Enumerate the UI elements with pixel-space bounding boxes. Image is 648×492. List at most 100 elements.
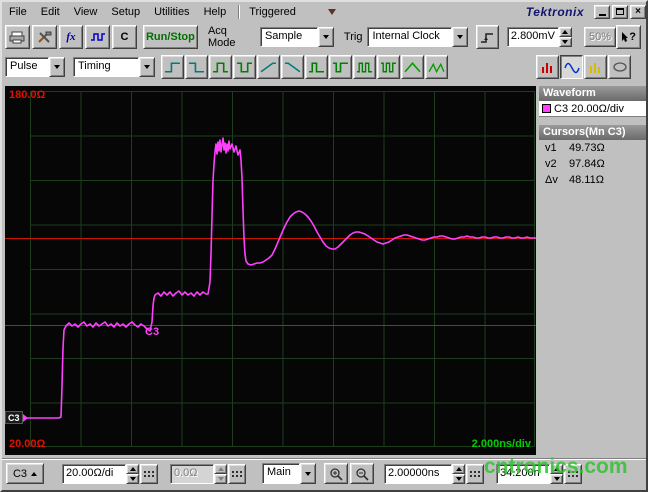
- measurement-fx-button[interactable]: fx: [58, 25, 84, 49]
- pulse-select[interactable]: Pulse: [5, 57, 65, 77]
- vertical-offset-keypad-button: [228, 463, 246, 484]
- step-up-button[interactable]: [452, 463, 465, 474]
- trigger-level-spinner[interactable]: 2.800mV: [506, 27, 572, 47]
- step-down-button[interactable]: [550, 473, 563, 484]
- trigger-slope-button[interactable]: [476, 25, 499, 49]
- zoom-in-button[interactable]: [324, 463, 348, 484]
- close-button[interactable]: ×: [630, 4, 646, 19]
- vertical-scale-spinner[interactable]: 20.00Ω/di: [62, 463, 158, 484]
- minimize-button[interactable]: [594, 4, 610, 19]
- edge-rise-button[interactable]: [161, 55, 184, 79]
- horizontal-position-keypad-button[interactable]: [564, 463, 582, 484]
- waveform-define-button[interactable]: [85, 25, 111, 49]
- context-help-button[interactable]: ?: [616, 25, 642, 49]
- channel-color-swatch: [542, 104, 551, 113]
- horizontal-scale-spinner[interactable]: 2.00000ns: [384, 463, 484, 484]
- pulse-narrow-button[interactable]: [305, 55, 328, 79]
- channel-marker-arrow-icon: [22, 413, 28, 422]
- chevron-down-icon: [144, 65, 150, 69]
- edge-rise-icon: [165, 61, 180, 73]
- double-pulse-button[interactable]: [353, 55, 376, 79]
- trigger-level-steppers: [558, 27, 572, 47]
- channel-marker-label: C3: [5, 411, 23, 424]
- chevron-down-icon: [54, 65, 60, 69]
- channel-c-button[interactable]: C: [112, 25, 137, 49]
- menubar: File Edit View Setup Utilities Help Trig…: [2, 2, 646, 21]
- horizontal-position-spinner[interactable]: 34.200n: [496, 463, 582, 484]
- histogram-red-button[interactable]: [536, 55, 559, 79]
- acq-mode-select[interactable]: Sample: [259, 27, 334, 47]
- step-up-button[interactable]: [126, 463, 139, 474]
- trigger-dropdown-button[interactable]: [452, 27, 469, 47]
- mask-test-button[interactable]: [608, 55, 631, 79]
- chevron-down-icon: [455, 476, 462, 481]
- menu-view[interactable]: View: [67, 4, 105, 20]
- triangle-pulse-button[interactable]: [401, 55, 424, 79]
- keypad-icon: [470, 470, 472, 473]
- pulse-narrow-negative-button[interactable]: [329, 55, 352, 79]
- help-icon: ?: [629, 31, 636, 43]
- pulse-train-icon: [381, 62, 396, 72]
- ramp-fall-button[interactable]: [281, 55, 304, 79]
- pulse-negative-button[interactable]: [233, 55, 256, 79]
- waveform-item-label: C3 20.00Ω/div: [554, 102, 624, 115]
- step-up-button[interactable]: [558, 27, 572, 37]
- vertical-offset-steppers: [214, 463, 227, 484]
- scope-display: 180.0Ω 20.00Ω 2.000ns/div C3 C3: [5, 86, 536, 455]
- waveform-list-item[interactable]: C3 20.00Ω/div: [539, 101, 646, 117]
- timing-select[interactable]: Timing: [73, 57, 155, 77]
- timing-value: Timing: [73, 57, 139, 77]
- readout-label: v2: [545, 158, 557, 170]
- rising-slope-icon: [480, 32, 493, 43]
- horizontal-position-value[interactable]: 34.200n: [496, 463, 550, 484]
- vertical-scale-keypad-button[interactable]: [140, 463, 158, 484]
- menu-utilities[interactable]: Utilities: [147, 4, 196, 20]
- cursor-readout-v2: v2 97.84Ω: [539, 156, 646, 172]
- chevron-up-icon: [129, 466, 136, 471]
- c-icon: C: [120, 31, 129, 43]
- horizontal-scale-keypad-button[interactable]: [466, 463, 484, 484]
- trigger-source-select[interactable]: Internal Clock: [367, 27, 469, 47]
- vertical-scale-value[interactable]: 20.00Ω/di: [62, 463, 126, 484]
- ramp-fall-icon: [285, 61, 301, 72]
- print-button[interactable]: [5, 25, 30, 49]
- pulse-positive-button[interactable]: [209, 55, 232, 79]
- histogram-yellow-button[interactable]: [584, 55, 607, 79]
- cursor-readout-v1: v1 49.73Ω: [539, 140, 646, 156]
- menu-setup[interactable]: Setup: [104, 4, 147, 20]
- horizontal-scale-steppers: [452, 463, 465, 484]
- histogram-red-icon: [542, 62, 552, 73]
- timebase-dropdown-button[interactable]: [300, 463, 316, 484]
- step-down-button[interactable]: [126, 473, 139, 484]
- statusbar: C3 20.00Ω/di 0.0Ω Main 2.00000ns 34.200n: [2, 458, 646, 488]
- edge-fall-button[interactable]: [185, 55, 208, 79]
- waveform-display-button[interactable]: [560, 55, 583, 79]
- horizontal-scale-value[interactable]: 2.00000ns: [384, 463, 452, 484]
- step-down-button[interactable]: [558, 37, 572, 47]
- ramp-rise-button[interactable]: [257, 55, 280, 79]
- channel-select-button[interactable]: C3: [6, 463, 44, 484]
- menu-file[interactable]: File: [2, 4, 34, 20]
- acq-mode-dropdown-button[interactable]: [317, 27, 334, 47]
- tektronix-logo: Tektronix: [525, 4, 584, 19]
- channel-marker[interactable]: C3: [5, 411, 28, 424]
- zoom-out-button[interactable]: [350, 463, 374, 484]
- timebase-mode-select[interactable]: Main: [262, 463, 316, 484]
- menu-help[interactable]: Help: [197, 4, 234, 20]
- menu-edit[interactable]: Edit: [34, 4, 67, 20]
- keypad-icon: [144, 470, 146, 473]
- main-toolbar: fx C Run/Stop Acq Mode Sample Trig Inter…: [5, 24, 643, 50]
- pulse-train-button[interactable]: [377, 55, 400, 79]
- step-down-button[interactable]: [452, 473, 465, 484]
- run-stop-button[interactable]: Run/Stop: [142, 25, 198, 49]
- keypad-icon: [568, 470, 570, 473]
- edge-fall-icon: [189, 61, 204, 73]
- timing-dropdown-button[interactable]: [139, 57, 155, 77]
- setup-tools-button[interactable]: [31, 25, 57, 49]
- step-up-button[interactable]: [550, 463, 563, 474]
- pulse-narrow-negative-icon: [333, 61, 348, 73]
- trigger-level-value[interactable]: 2.800mV: [506, 27, 559, 47]
- maximize-button[interactable]: [612, 4, 628, 19]
- pulse-dropdown-button[interactable]: [49, 57, 65, 77]
- double-triangle-pulse-button[interactable]: [425, 55, 448, 79]
